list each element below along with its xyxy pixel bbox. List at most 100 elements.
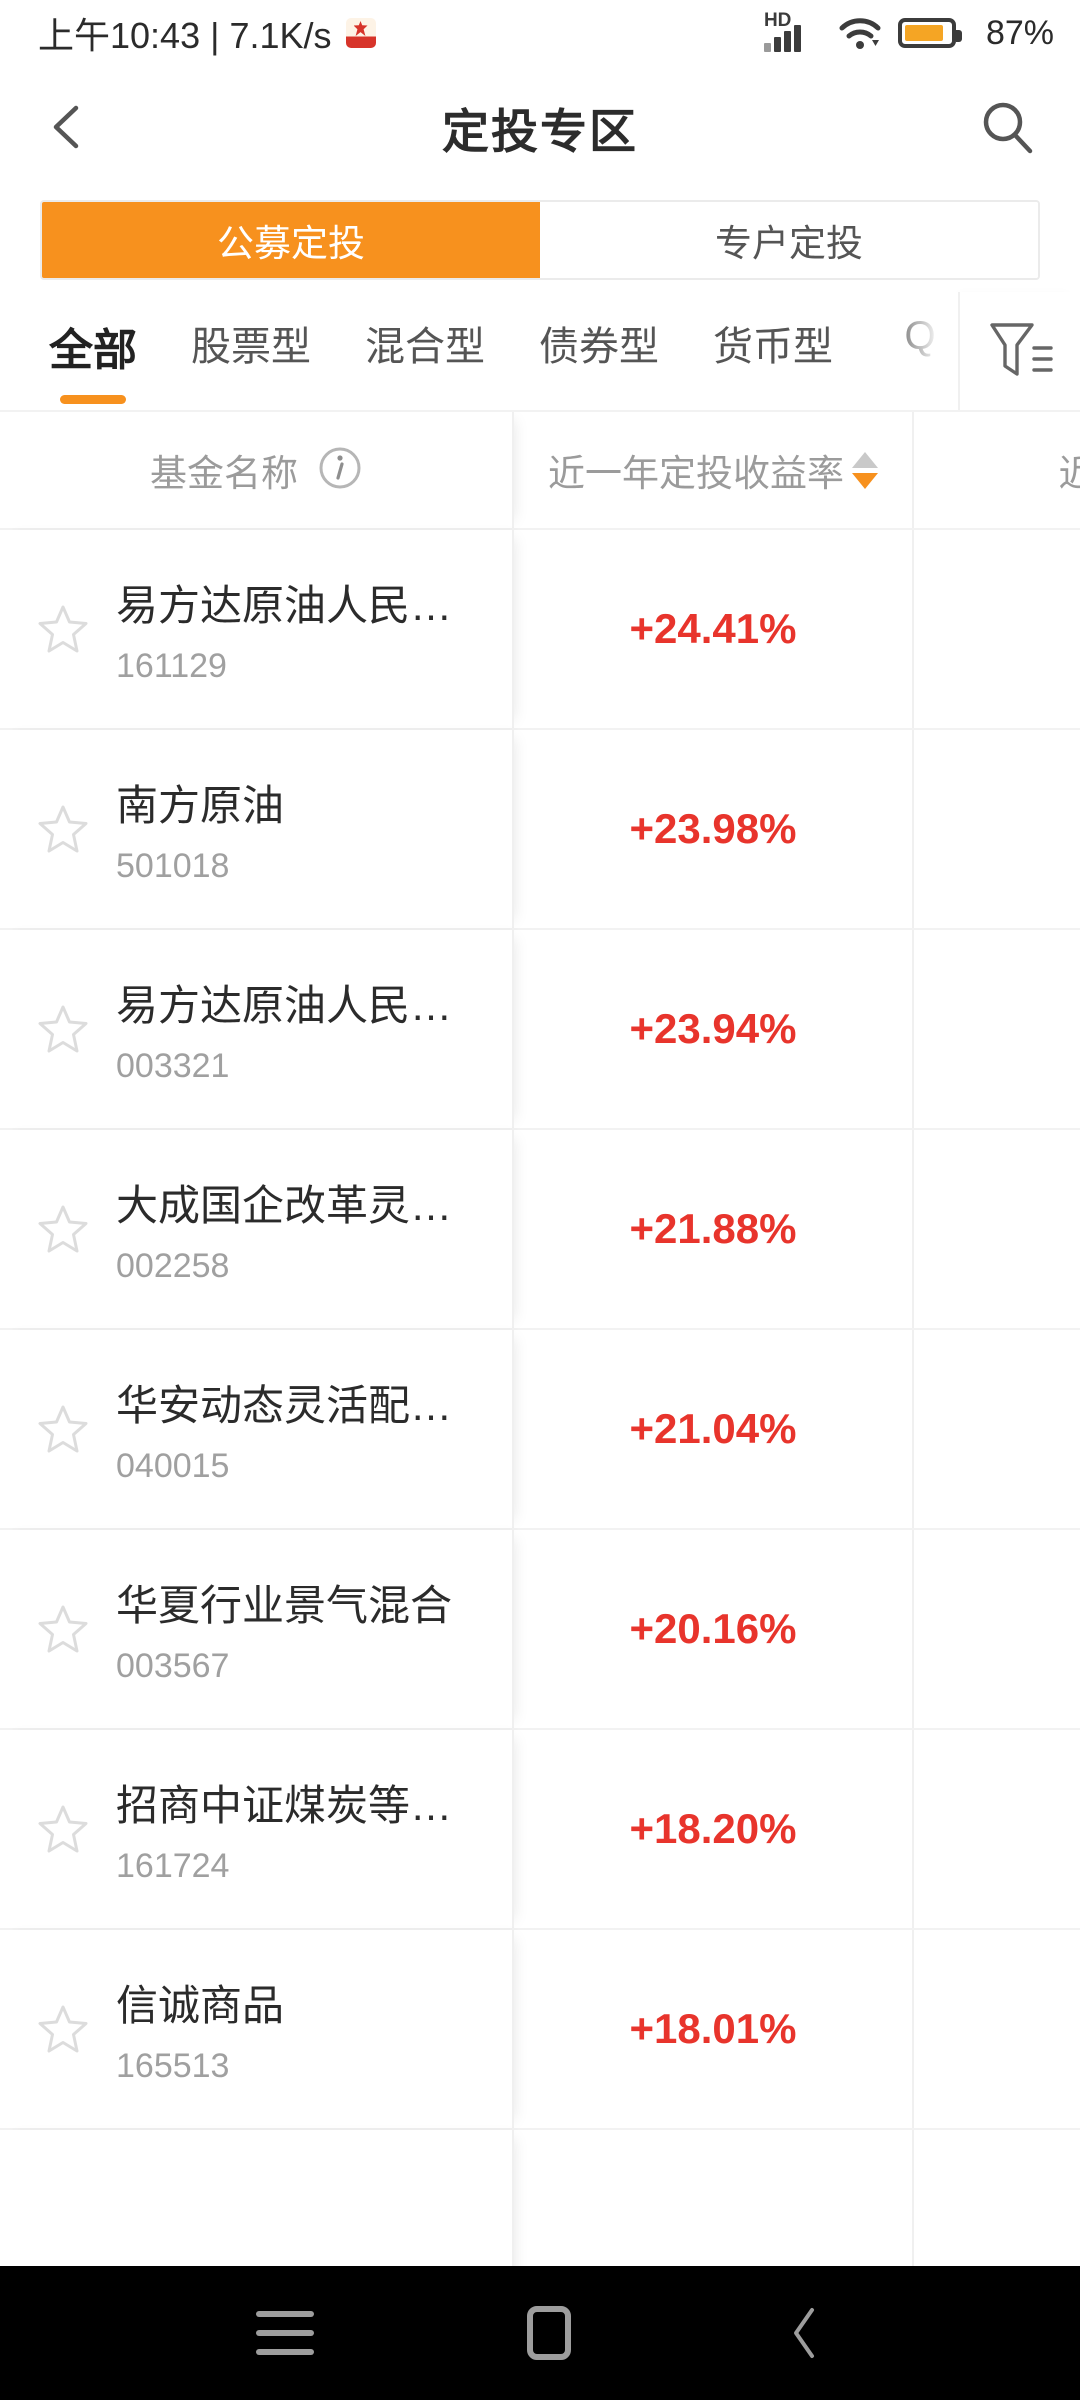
column-header-fund-name: 基金名称 (0, 412, 514, 528)
tab-all-label: 全部 (49, 326, 137, 375)
fund-code-label: 165513 (116, 2047, 230, 2085)
cell-return-3y: + (914, 1930, 1080, 2128)
fund-table[interactable]: 基金名称 近一年定投收益率 近三年 (0, 410, 1080, 2266)
cell-fund-name[interactable]: 大成国企改革灵… 002258 (0, 1130, 514, 1328)
signal-bar-group (763, 25, 801, 52)
cell-return-1y: +20.16% (514, 1530, 914, 1728)
fund-name-label: 华安动态灵活配… (116, 1382, 453, 1429)
segment-public-offering[interactable]: 公募定投 (42, 202, 540, 278)
tab-hybrid[interactable]: 混合型 (338, 292, 512, 398)
cell-return-1y: +18.20% (514, 1730, 914, 1928)
wifi-icon (838, 16, 882, 50)
sort-ascending-arrow-icon (852, 451, 878, 468)
tab-equity-label: 股票型 (191, 325, 311, 369)
table-row[interactable]: 易方达原油人民… 003321 +23.94% + (0, 930, 1080, 1130)
recents-menu-icon[interactable] (256, 2311, 315, 2355)
cell-fund-name[interactable]: 南方原油 501018 (0, 730, 514, 928)
status-bar: 上午10:43 | 7.1K/s HD 87% (0, 0, 1080, 66)
tab-money-market-label: 货币型 (713, 325, 833, 369)
cell-return-1y: +23.94% (514, 930, 914, 1128)
tab-bond-label: 债券型 (539, 325, 659, 369)
star-outline-icon[interactable] (36, 1802, 90, 1856)
table-row[interactable]: 南方原油 501018 +23.98% + (0, 730, 1080, 930)
cell-return-1y (514, 2130, 914, 2266)
filter-funnel-icon[interactable] (958, 292, 1080, 410)
star-outline-icon[interactable] (36, 602, 90, 656)
cell-fund-name[interactable]: 招商中证煤炭等… 161724 (0, 1730, 514, 1928)
tab-qdii-clipped[interactable]: Q (860, 292, 958, 385)
star-outline-icon[interactable] (36, 2002, 90, 2056)
fund-name-label: 南方原油 (116, 782, 285, 829)
table-header-row: 基金名称 近一年定投收益率 近三年 (0, 412, 1080, 530)
cell-return-3y (914, 2130, 1080, 2266)
cell-return-3y: + (914, 530, 1080, 728)
tab-bond[interactable]: 债券型 (512, 292, 686, 398)
search-icon[interactable] (978, 98, 1036, 156)
column-header-return-1y[interactable]: 近一年定投收益率 (514, 412, 914, 528)
cell-fund-name[interactable]: 华安动态灵活配… 040015 (0, 1330, 514, 1528)
fund-name-label: 信诚商品 (116, 1982, 285, 2029)
home-square-icon[interactable] (526, 2306, 571, 2360)
cell-fund-name[interactable]: 易方达原油人民… 161129 (0, 530, 514, 728)
fund-code-label: 161724 (116, 1847, 230, 1885)
return-1y-value: +18.01% (629, 2005, 797, 2052)
fund-name-block: 易方达原油人民… 003321 (116, 972, 452, 1086)
return-1y-value: +23.98% (629, 805, 797, 852)
star-outline-icon[interactable] (36, 1402, 90, 1456)
cell-fund-name[interactable]: 信诚商品 165513 (0, 1930, 514, 2128)
info-circle-icon[interactable] (318, 446, 362, 495)
cell-return-3y: + (914, 1530, 1080, 1728)
battery-percent-label: 87% (985, 13, 1054, 52)
table-row[interactable]: 华夏行业景气混合 003567 +20.16% + (0, 1530, 1080, 1730)
star-outline-icon[interactable] (36, 802, 90, 856)
fund-name-block: 信诚商品 165513 (116, 1972, 284, 2086)
back-chevron-icon[interactable] (44, 102, 94, 152)
table-row-partial[interactable] (0, 2130, 1080, 2266)
cell-fund-name[interactable]: 华夏行业景气混合 003567 (0, 1530, 514, 1728)
tab-equity[interactable]: 股票型 (164, 292, 338, 398)
table-row[interactable]: 大成国企改革灵… 002258 +21.88% + (0, 1130, 1080, 1330)
fund-code-label: 003567 (116, 1647, 230, 1685)
table-row[interactable]: 华安动态灵活配… 040015 +21.04% + (0, 1330, 1080, 1530)
fund-code-label: 161129 (116, 647, 227, 685)
cell-return-1y: +18.01% (514, 1930, 914, 2128)
category-tabs-row: 全部 股票型 混合型 债券型 货币型 Q (0, 292, 1080, 410)
notification-app-icon (345, 18, 376, 48)
cell-return-3y: + (914, 1330, 1080, 1528)
fund-name-label: 华夏行业景气混合 (116, 1582, 453, 1629)
tab-money-market[interactable]: 货币型 (686, 292, 860, 398)
cell-fund-name[interactable] (0, 2130, 514, 2266)
category-tabs-scroller[interactable]: 全部 股票型 混合型 债券型 货币型 Q (0, 292, 958, 410)
fund-name-block: 招商中证煤炭等… 161724 (116, 1772, 452, 1886)
cell-return-1y: +24.41% (514, 530, 914, 728)
battery-icon (897, 18, 962, 48)
table-row[interactable]: 易方达原油人民… 161129 +24.41% + (0, 530, 1080, 730)
segmented-control: 公募定投 专户定投 (40, 200, 1040, 280)
sort-arrows-icon[interactable] (852, 451, 878, 489)
status-clock: 上午10:43 | 7.1K/s (38, 15, 332, 56)
star-outline-icon[interactable] (36, 1602, 90, 1656)
table-row[interactable]: 招商中证煤炭等… 161724 +18.20% + (0, 1730, 1080, 1930)
tab-active-underline (60, 395, 126, 404)
return-1y-value: +23.94% (629, 1005, 797, 1052)
status-bar-right: HD 87% (763, 11, 1054, 55)
return-1y-value: +18.20% (629, 1805, 797, 1852)
return-1y-value: +20.16% (629, 1605, 797, 1652)
column-header-return-3y[interactable]: 近三年 (914, 412, 1080, 528)
tab-all[interactable]: 全部 (22, 292, 164, 404)
cell-return-1y: +21.88% (514, 1130, 914, 1328)
cell-return-3y: + (914, 930, 1080, 1128)
segment-special-account[interactable]: 专户定投 (540, 202, 1038, 278)
star-outline-icon[interactable] (36, 1202, 90, 1256)
fund-code-label: 002258 (116, 1247, 230, 1285)
table-row[interactable]: 信诚商品 165513 +18.01% + (0, 1930, 1080, 2130)
app-header: 定投专区 (0, 66, 1080, 188)
return-1y-value: +24.41% (629, 605, 797, 652)
cell-return-1y: +23.98% (514, 730, 914, 928)
nav-back-chevron-icon[interactable] (784, 2306, 824, 2360)
cell-fund-name[interactable]: 易方达原油人民… 003321 (0, 930, 514, 1128)
fund-code-label: 501018 (116, 847, 230, 885)
fund-code-label: 040015 (116, 1447, 230, 1485)
star-outline-icon[interactable] (36, 1002, 90, 1056)
signal-bars-icon: HD (763, 11, 822, 55)
